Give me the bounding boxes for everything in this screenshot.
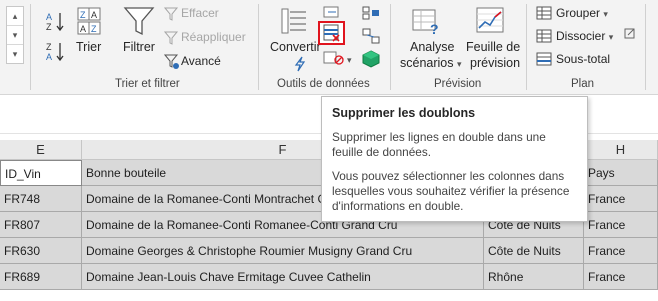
column-header-e[interactable]: E bbox=[0, 140, 82, 160]
what-if-analysis-label-2-text: scénarios bbox=[400, 56, 454, 70]
tooltip-details: Vous pouvez sélectionner les colonnes da… bbox=[332, 169, 570, 213]
clear-filter-button[interactable]: Effacer bbox=[181, 6, 219, 20]
convert-button[interactable]: Convertir bbox=[270, 40, 321, 54]
cell-e-header[interactable]: ID_Vin bbox=[0, 160, 82, 186]
what-if-analysis-label-1[interactable]: Analyse bbox=[410, 40, 454, 54]
table-cell[interactable]: FR689 bbox=[0, 264, 82, 290]
separator bbox=[526, 4, 527, 90]
table-cell[interactable]: FR807 bbox=[0, 212, 82, 238]
svg-text:Z: Z bbox=[91, 24, 97, 34]
table-cell[interactable]: Côte de Nuits bbox=[484, 238, 584, 264]
tooltip-description: Supprimer les lignes en double dans une … bbox=[332, 130, 546, 159]
data-model-icon[interactable] bbox=[362, 50, 380, 68]
ungroup-button[interactable]: Dissocier ▾ bbox=[556, 29, 613, 43]
group-label-forecast: Prévision bbox=[434, 78, 482, 90]
relationships-icon[interactable] bbox=[362, 28, 380, 44]
subtotal-icon[interactable] bbox=[536, 52, 552, 66]
sort-button[interactable]: Trier bbox=[76, 40, 101, 54]
advanced-filter-icon[interactable] bbox=[164, 54, 180, 70]
group-button[interactable]: Grouper ▾ bbox=[556, 6, 608, 20]
consolidate-icon[interactable] bbox=[362, 6, 380, 20]
group-icon[interactable] bbox=[536, 6, 552, 20]
subtotal-button[interactable]: Sous-total bbox=[556, 52, 610, 66]
group-label-outline: Plan bbox=[571, 78, 595, 90]
table-cell[interactable]: Rhône bbox=[484, 264, 584, 290]
text-to-columns-icon[interactable] bbox=[279, 6, 309, 36]
sort-dialog-icon[interactable]: Z A A Z bbox=[76, 6, 102, 38]
what-if-analysis-label-2[interactable]: scénarios ▾ bbox=[400, 56, 462, 70]
dialog-launcher-icon bbox=[624, 28, 635, 39]
forecast-sheet-icon[interactable] bbox=[475, 6, 505, 36]
group-button-text: Grouper bbox=[556, 6, 601, 20]
svg-text:Z: Z bbox=[80, 10, 86, 20]
ribbon: ▴ ▾ ▾ A Z Z A Z A A Z Trier Filtrer Effa… bbox=[0, 0, 658, 95]
table-cell[interactable]: FR630 bbox=[0, 238, 82, 264]
scroll-up-icon[interactable]: ▴ bbox=[7, 7, 23, 26]
separator bbox=[258, 4, 259, 90]
scroll-down-icon[interactable]: ▾ bbox=[7, 26, 23, 45]
ribbon-scroll-control[interactable]: ▴ ▾ ▾ bbox=[6, 6, 24, 64]
table-cell[interactable]: France bbox=[584, 212, 658, 238]
svg-text:A: A bbox=[46, 12, 52, 22]
sort-ascending-icon[interactable]: A Z bbox=[45, 10, 67, 32]
flash-fill-icon[interactable] bbox=[293, 56, 307, 72]
table-cell[interactable]: France bbox=[584, 264, 658, 290]
group-label-data-tools: Outils de données bbox=[277, 78, 370, 90]
svg-text:Z: Z bbox=[46, 42, 52, 52]
filter-button[interactable]: Filtrer bbox=[123, 40, 155, 54]
table-cell[interactable]: France bbox=[584, 238, 658, 264]
svg-text:A: A bbox=[80, 24, 86, 34]
ungroup-button-text: Dissocier bbox=[556, 29, 606, 43]
table-cell[interactable]: Domaine Jean-Louis Chave Ermitage Cuvee … bbox=[82, 264, 484, 290]
what-if-analysis-icon[interactable]: ? bbox=[410, 6, 444, 36]
advanced-filter-button[interactable]: Avancé bbox=[181, 54, 221, 68]
remove-duplicates-button[interactable] bbox=[318, 21, 345, 45]
forecast-sheet-label-2[interactable]: prévision bbox=[470, 56, 520, 70]
svg-text:Z: Z bbox=[46, 22, 52, 32]
data-validation-dropdown-caret[interactable]: ▾ bbox=[347, 52, 352, 66]
ungroup-icon[interactable] bbox=[536, 29, 552, 43]
reapply-filter-icon[interactable] bbox=[164, 31, 180, 45]
svg-text:?: ? bbox=[430, 21, 439, 36]
outline-dialog-launcher[interactable] bbox=[624, 28, 636, 43]
sort-descending-icon[interactable]: Z A bbox=[45, 40, 67, 62]
separator bbox=[645, 4, 646, 90]
svg-text:A: A bbox=[46, 52, 52, 62]
svg-text:A: A bbox=[91, 10, 97, 20]
group-label-sort-filter: Trier et filtrer bbox=[115, 78, 180, 90]
data-validation-small-icon[interactable] bbox=[322, 6, 342, 18]
tooltip-title: Supprimer les doublons bbox=[332, 106, 476, 120]
forecast-sheet-label-1[interactable]: Feuille de bbox=[466, 40, 520, 54]
table-cell[interactable]: Domaine Georges & Christophe Roumier Mus… bbox=[82, 238, 484, 264]
scroll-more-icon[interactable]: ▾ bbox=[7, 45, 23, 64]
data-validation-icon[interactable] bbox=[322, 50, 346, 66]
reapply-filter-button[interactable]: Réappliquer bbox=[181, 30, 246, 44]
table-cell[interactable]: FR748 bbox=[0, 186, 82, 212]
filter-funnel-icon[interactable] bbox=[122, 4, 156, 38]
column-header-h[interactable]: H bbox=[584, 140, 658, 160]
clear-filter-icon[interactable] bbox=[164, 7, 180, 21]
cell-h-header[interactable]: Pays bbox=[584, 160, 658, 186]
remove-duplicates-tooltip: Supprimer les doublons Supprimer les lig… bbox=[321, 96, 588, 222]
separator bbox=[390, 4, 391, 90]
table-cell[interactable]: France bbox=[584, 186, 658, 212]
remove-duplicates-icon bbox=[323, 24, 340, 42]
separator bbox=[30, 4, 31, 90]
